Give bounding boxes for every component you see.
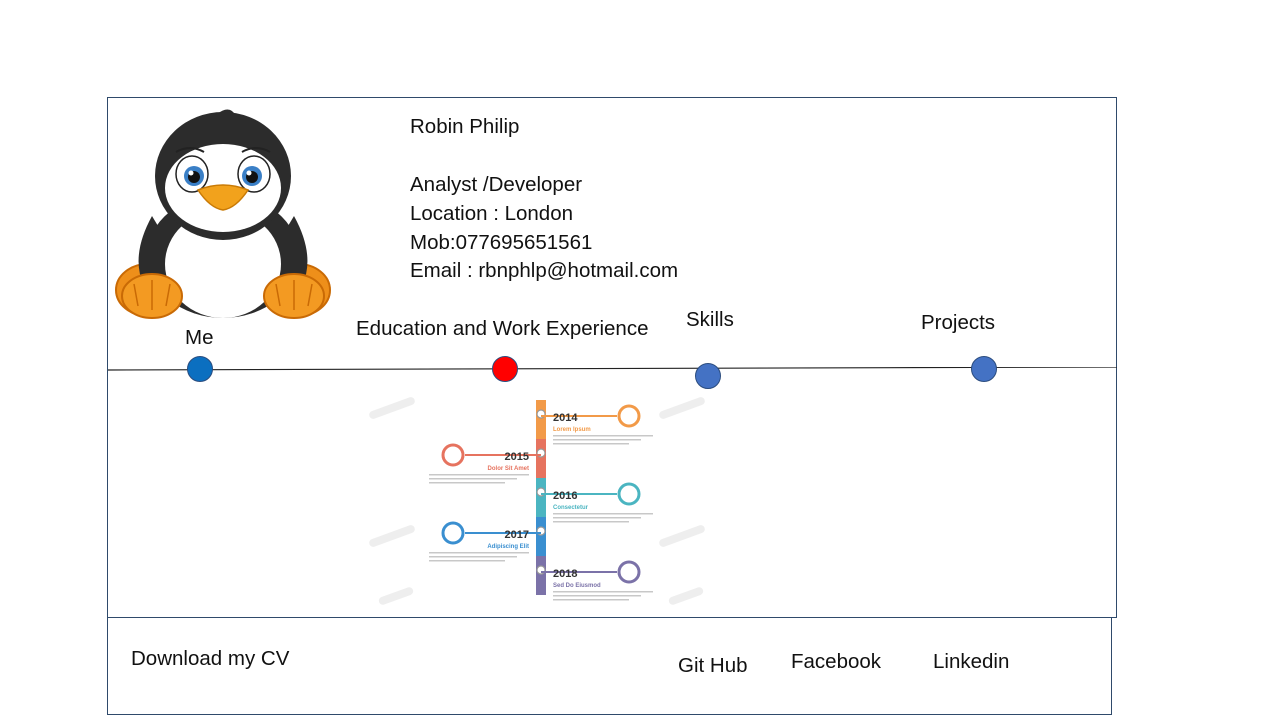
nav-skills-label[interactable]: Skills <box>686 308 734 332</box>
nav-projects-label[interactable]: Projects <box>921 311 995 335</box>
timeline-year: 2014 <box>553 412 578 424</box>
timeline-text-placeholder <box>429 474 529 476</box>
timeline-icon <box>617 482 641 506</box>
timeline-caption: Dolor Sit Amet <box>488 466 529 472</box>
timeline-year: 2016 <box>553 490 577 502</box>
download-cv-link[interactable]: Download my CV <box>131 647 289 671</box>
timeline-icon <box>441 521 465 545</box>
nav-me-dot[interactable] <box>187 356 213 382</box>
nav-education-dot[interactable] <box>492 356 518 382</box>
nav-skills-dot[interactable] <box>695 363 721 389</box>
timeline-text-placeholder <box>553 513 653 515</box>
linkedin-link[interactable]: Linkedin <box>933 650 1009 674</box>
timeline-year: 2018 <box>553 568 577 580</box>
timeline-icon <box>617 404 641 428</box>
timeline-year: 2015 <box>505 451 529 463</box>
timeline-spine-segment <box>536 478 546 517</box>
profile-mobile: Mob:077695651561 <box>410 231 593 254</box>
timeline-text-placeholder <box>553 435 653 437</box>
timeline-text-placeholder <box>553 599 629 601</box>
timeline-text-placeholder <box>429 560 505 562</box>
timeline-infographic: 2014 Lorem Ipsum 2015 Dolor Sit Amet 2016 Con… <box>369 397 705 605</box>
timeline-spine-segment <box>536 556 546 595</box>
timeline-text-placeholder <box>553 517 641 519</box>
timeline-icon <box>441 443 465 467</box>
profile-title: Analyst /Developer <box>410 173 583 196</box>
timeline-text-placeholder <box>429 482 505 484</box>
timeline-icon <box>617 560 641 584</box>
timeline-caption: Lorem Ipsum <box>553 427 591 433</box>
timeline-text-placeholder <box>429 552 529 554</box>
profile-location: Location : London <box>410 202 573 225</box>
timeline-caption: Adipiscing Elit <box>487 544 529 550</box>
penguin-avatar <box>115 109 331 319</box>
timeline-text-placeholder <box>553 443 629 445</box>
nav-education-label[interactable]: Education and Work Experience <box>356 317 649 341</box>
timeline-caption: Consectetur <box>553 505 589 511</box>
timeline-text-placeholder <box>553 521 629 523</box>
timeline-text-placeholder <box>553 591 653 593</box>
timeline-year: 2017 <box>505 529 529 541</box>
timeline-text-placeholder <box>429 556 517 558</box>
nav-projects-dot[interactable] <box>971 356 997 382</box>
timeline-caption: Sed Do Eiusmod <box>553 583 601 589</box>
timeline-divider <box>108 367 1117 371</box>
facebook-link[interactable]: Facebook <box>791 650 881 674</box>
profile-email: Email : rbnphlp@hotmail.com <box>410 259 679 282</box>
timeline-spine-segment <box>536 517 546 556</box>
github-link[interactable]: Git Hub <box>678 654 748 678</box>
nav-me-label[interactable]: Me <box>185 326 213 350</box>
timeline-text-placeholder <box>429 478 517 480</box>
profile-name: Robin Philip <box>410 115 520 138</box>
timeline-text-placeholder <box>553 595 641 597</box>
timeline-spine-segment <box>536 400 546 439</box>
timeline-spine-segment <box>536 439 546 478</box>
timeline-text-placeholder <box>553 439 641 441</box>
